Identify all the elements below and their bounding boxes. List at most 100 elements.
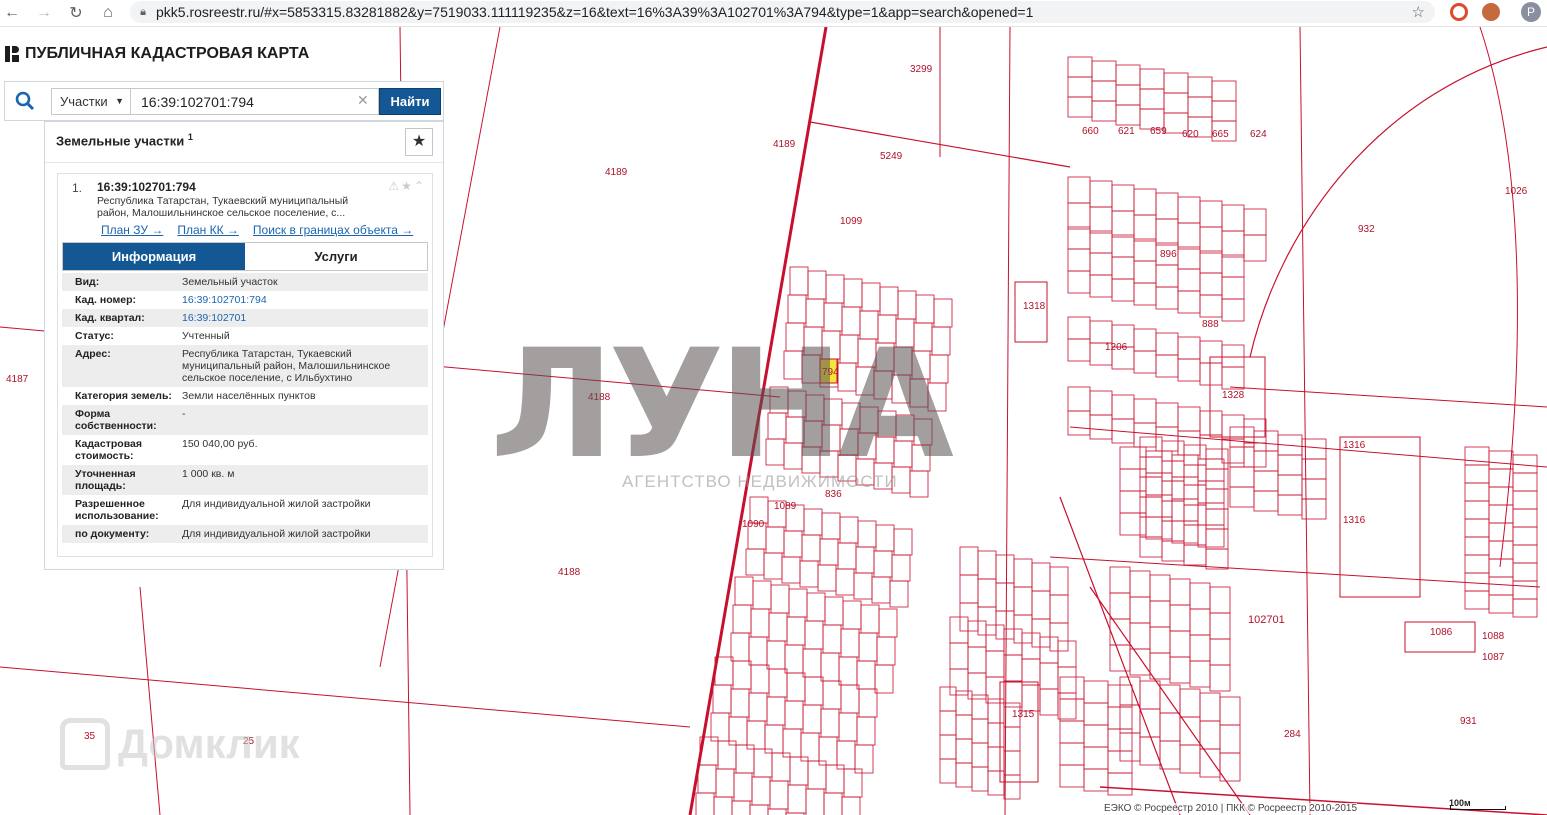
- parcel[interactable]: [1205, 528, 1229, 550]
- parcel[interactable]: [1199, 272, 1223, 296]
- parcel[interactable]: [977, 578, 997, 608]
- parcel[interactable]: [1205, 508, 1229, 530]
- parcel[interactable]: [1171, 476, 1199, 500]
- parcel[interactable]: [1253, 490, 1279, 512]
- parcel[interactable]: [889, 580, 909, 608]
- parcel[interactable]: [819, 538, 839, 566]
- parcel[interactable]: [1067, 338, 1091, 362]
- parcel[interactable]: [1177, 268, 1201, 292]
- parcel[interactable]: [1133, 422, 1157, 448]
- parcel[interactable]: [750, 608, 770, 638]
- back-icon[interactable]: ←: [0, 1, 24, 25]
- parcel[interactable]: [1161, 460, 1185, 482]
- parcel[interactable]: [1211, 100, 1237, 122]
- parcel[interactable]: [1083, 746, 1109, 770]
- parcel[interactable]: [955, 690, 973, 716]
- search-in-bounds-link[interactable]: Поиск в границах объекта →: [253, 223, 413, 237]
- parcel[interactable]: [1049, 566, 1069, 596]
- parcel[interactable]: [1221, 366, 1245, 390]
- parcel[interactable]: [769, 780, 789, 810]
- parcel[interactable]: [1199, 410, 1223, 436]
- parcel[interactable]: [1013, 586, 1033, 616]
- parcel[interactable]: [1119, 446, 1147, 470]
- parcel[interactable]: [1115, 84, 1141, 106]
- parcel[interactable]: [768, 612, 788, 642]
- parcel[interactable]: [749, 804, 769, 815]
- parcel[interactable]: [1067, 76, 1093, 98]
- result-card[interactable]: 1. 16:39:102701:794 Республика Татарстан…: [57, 173, 433, 557]
- parcel[interactable]: [1169, 630, 1191, 658]
- parcel[interactable]: [1059, 676, 1085, 700]
- parcel[interactable]: [858, 688, 878, 718]
- plan-zu-link[interactable]: План ЗУ →: [101, 223, 163, 237]
- parcel[interactable]: [1119, 468, 1147, 492]
- parcel[interactable]: [955, 714, 973, 740]
- parcel[interactable]: [1221, 438, 1245, 464]
- parcel[interactable]: [1031, 590, 1051, 620]
- parcel[interactable]: [1512, 580, 1538, 600]
- parcel[interactable]: [1221, 276, 1245, 300]
- parcel[interactable]: [1155, 402, 1179, 428]
- parcel[interactable]: [1512, 562, 1538, 582]
- parcel[interactable]: [1003, 726, 1021, 752]
- parcel[interactable]: [789, 266, 809, 296]
- parcel[interactable]: [959, 574, 979, 604]
- info-value[interactable]: 16:39:102701:794: [182, 294, 428, 306]
- parcel[interactable]: [766, 640, 786, 670]
- parcel[interactable]: [751, 776, 771, 806]
- parcel[interactable]: [822, 624, 842, 654]
- parcel[interactable]: [939, 734, 957, 760]
- parcel[interactable]: [1159, 712, 1181, 742]
- parcel[interactable]: [876, 636, 896, 666]
- parcel[interactable]: [1067, 270, 1091, 294]
- parcel[interactable]: [1169, 656, 1191, 684]
- parcel[interactable]: [1059, 764, 1085, 788]
- result-title[interactable]: 16:39:102701:794: [97, 180, 196, 194]
- parcel[interactable]: [1139, 516, 1163, 538]
- plan-kk-link[interactable]: План КК →: [177, 223, 239, 237]
- star-icon[interactable]: ★: [401, 179, 414, 193]
- parcel[interactable]: [840, 628, 860, 658]
- parcel[interactable]: [802, 704, 822, 734]
- parcel[interactable]: [763, 552, 783, 580]
- parcel[interactable]: [1155, 426, 1179, 452]
- parcel[interactable]: [824, 596, 844, 626]
- parcel[interactable]: [1083, 724, 1109, 748]
- parcel[interactable]: [1183, 504, 1207, 526]
- parcel[interactable]: [1464, 590, 1490, 610]
- parcel[interactable]: [820, 652, 840, 682]
- bookmark-star-icon[interactable]: ☆: [1412, 3, 1425, 21]
- parcel[interactable]: [967, 646, 987, 674]
- parcel[interactable]: [971, 694, 989, 720]
- parcel[interactable]: [1464, 518, 1490, 538]
- parcel[interactable]: [1221, 254, 1245, 278]
- parcel[interactable]: [1161, 540, 1185, 562]
- parcel[interactable]: [783, 530, 803, 558]
- parcel[interactable]: [837, 542, 857, 570]
- parcel[interactable]: [1159, 684, 1181, 714]
- parcel[interactable]: [840, 684, 860, 714]
- parcel[interactable]: [1111, 210, 1135, 238]
- parcel[interactable]: [804, 620, 824, 650]
- parcel[interactable]: [1155, 354, 1179, 378]
- parcel[interactable]: [1183, 524, 1207, 546]
- parcel[interactable]: [873, 550, 893, 578]
- address-bar[interactable]: 🔒︎ pkk5.rosreestr.ru/#x=5853315.83281882…: [130, 1, 1435, 23]
- parcel[interactable]: [841, 796, 861, 815]
- parcel[interactable]: [1179, 688, 1201, 718]
- parcel[interactable]: [1107, 772, 1133, 796]
- parcel[interactable]: [855, 546, 875, 574]
- parcel[interactable]: [1115, 104, 1141, 126]
- parcel[interactable]: [939, 710, 957, 736]
- parcel[interactable]: [1067, 316, 1091, 340]
- parcel[interactable]: [1205, 468, 1229, 490]
- parcel[interactable]: [1111, 184, 1135, 212]
- parcel[interactable]: [748, 636, 768, 666]
- parcel[interactable]: [1199, 200, 1223, 228]
- parcel[interactable]: [987, 746, 1005, 772]
- parcel[interactable]: [807, 270, 827, 300]
- parcel[interactable]: [1163, 72, 1189, 94]
- parcel[interactable]: [1089, 274, 1113, 298]
- parcel[interactable]: [1133, 214, 1157, 242]
- parcel[interactable]: [1133, 328, 1157, 352]
